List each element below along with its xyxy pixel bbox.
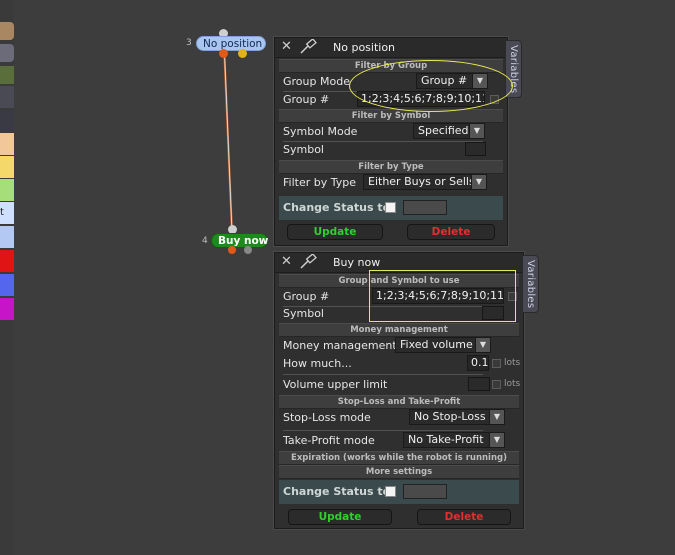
node-number-4: 4 xyxy=(202,236,208,246)
divider xyxy=(283,374,483,375)
panel2-variables-tab[interactable]: Variables xyxy=(522,255,539,313)
symbol-label: Symbol xyxy=(283,307,324,320)
section-more-settings[interactable]: More settings xyxy=(279,465,519,479)
change-status-label: Change Status to xyxy=(283,485,391,498)
change-status-color-box[interactable] xyxy=(403,200,447,215)
white-connector xyxy=(223,39,233,233)
close-icon[interactable]: ✕ xyxy=(281,255,294,268)
sl-mode-label: Stop-Loss mode xyxy=(283,411,371,424)
filter-type-dropdown[interactable]: Either Buys or Sells ▼ xyxy=(363,174,487,190)
node-buy-output-orange[interactable] xyxy=(228,246,236,254)
symbol-mode-value: Specified xyxy=(418,124,469,137)
group-num-label: Group # xyxy=(283,290,330,303)
tp-mode-value: No Take-Profit xyxy=(408,433,484,446)
symbol-mode-label: Symbol Mode xyxy=(283,125,358,138)
node-no-position[interactable]: No position xyxy=(196,36,266,51)
how-much-input[interactable]: 0.1 xyxy=(467,355,489,371)
money-mgmt-dropdown[interactable]: Fixed volume ▼ xyxy=(395,337,491,353)
panel1-title: No position xyxy=(333,41,396,54)
lots-label: lots xyxy=(504,358,521,368)
filter-type-label: Filter by Type xyxy=(283,176,356,189)
change-status-checkbox[interactable] xyxy=(385,202,396,213)
chevron-down-icon: ▼ xyxy=(489,410,504,424)
change-status-row: Change Status to xyxy=(279,480,519,504)
group-num-label: Group # xyxy=(283,93,330,106)
node-number-3: 3 xyxy=(186,38,192,48)
pin-icon[interactable] xyxy=(299,254,317,270)
symbol-input[interactable] xyxy=(465,142,486,156)
symbol-label: Symbol xyxy=(283,143,324,156)
symbol-mode-dropdown[interactable]: Specified ▼ xyxy=(413,123,485,139)
volume-upper-checkbox[interactable] xyxy=(492,380,501,389)
divider xyxy=(283,141,483,142)
section-filter-by-type: Filter by Type xyxy=(279,160,503,174)
delete-button[interactable]: Delete xyxy=(407,224,495,240)
filter-type-value: Either Buys or Sells xyxy=(368,175,475,188)
section-stoploss-takeprofit: Stop-Loss and Take-Profit xyxy=(279,395,519,409)
money-mgmt-value: Fixed volume xyxy=(400,338,473,351)
chevron-down-icon: ▼ xyxy=(471,175,486,189)
panel1-titlebar[interactable]: ✕ No position xyxy=(275,38,507,58)
money-mgmt-label: Money management xyxy=(283,339,397,352)
variables-tab-label: Variables xyxy=(525,260,536,309)
node-buy-output-grey[interactable] xyxy=(244,246,252,254)
node-output-orange[interactable] xyxy=(219,49,228,58)
chevron-down-icon: ▼ xyxy=(489,433,504,447)
section-money-management: Money management xyxy=(279,323,519,337)
node-output-yellow[interactable] xyxy=(238,49,247,58)
lots-label-2: lots xyxy=(504,379,521,389)
update-button[interactable]: Update xyxy=(288,509,392,525)
sl-mode-value: No Stop-Loss xyxy=(414,410,486,423)
change-status-color-box[interactable] xyxy=(403,484,447,499)
delete-button[interactable]: Delete xyxy=(417,509,511,525)
how-much-label: How much... xyxy=(283,357,352,370)
how-much-checkbox[interactable] xyxy=(492,359,501,368)
sl-mode-dropdown[interactable]: No Stop-Loss ▼ xyxy=(409,409,505,425)
change-status-checkbox[interactable] xyxy=(385,486,396,497)
change-status-row: Change Status to xyxy=(279,196,503,220)
pin-icon[interactable] xyxy=(299,39,317,55)
update-button[interactable]: Update xyxy=(287,224,383,240)
chevron-down-icon: ▼ xyxy=(475,338,490,352)
section-expiration[interactable]: Expiration (works while the robot is run… xyxy=(279,451,519,465)
close-icon[interactable]: ✕ xyxy=(281,40,294,53)
volume-upper-input[interactable] xyxy=(468,377,490,391)
highlight-rectangle xyxy=(369,270,516,322)
group-mode-label: Group Mode xyxy=(283,75,350,88)
node-buy-now[interactable]: Buy now xyxy=(211,233,268,248)
section-filter-by-symbol: Filter by Symbol xyxy=(279,109,503,123)
tp-mode-label: Take-Profit mode xyxy=(283,434,375,447)
tp-mode-dropdown[interactable]: No Take-Profit ▼ xyxy=(403,432,505,448)
highlight-ellipse xyxy=(349,60,513,112)
chevron-down-icon: ▼ xyxy=(469,124,484,138)
change-status-label: Change Status to xyxy=(283,201,391,214)
volume-upper-label: Volume upper limit xyxy=(283,378,388,391)
divider xyxy=(283,430,483,431)
